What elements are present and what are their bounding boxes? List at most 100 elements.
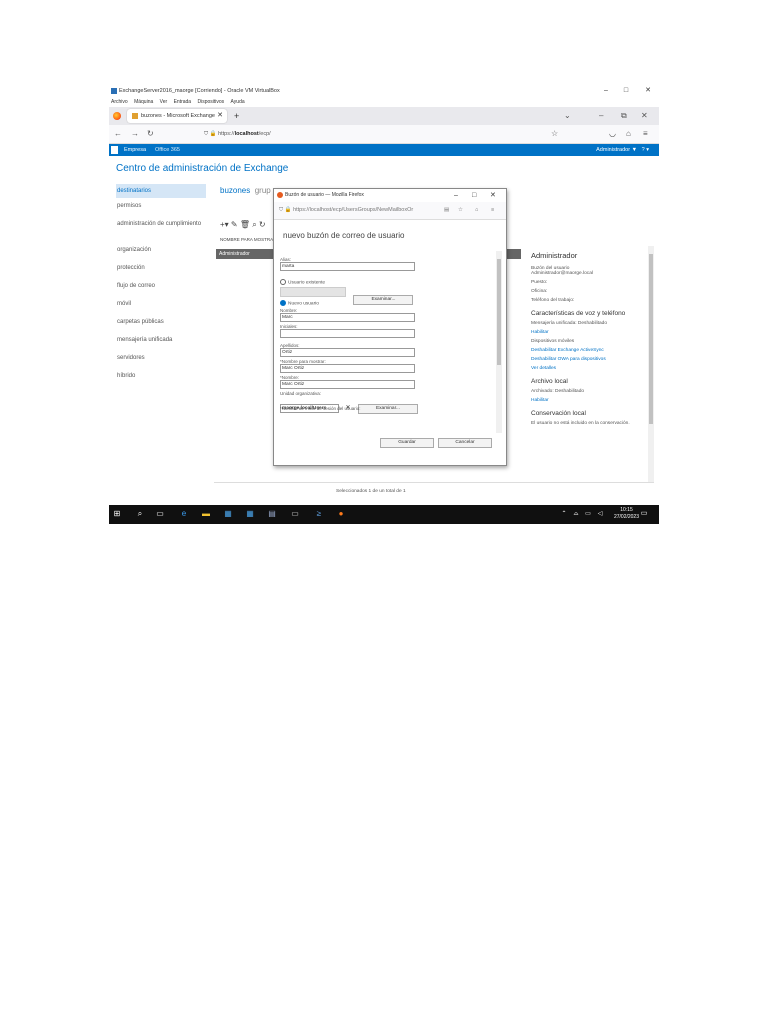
menu-entrada[interactable]: Entrada (174, 99, 192, 105)
url-host: localhost (234, 131, 259, 137)
browse-ou-button[interactable]: Examinar... (357, 404, 418, 414)
edge-icon[interactable]: e (179, 509, 189, 519)
nav-organizacion[interactable]: organización (116, 246, 206, 264)
search-icon[interactable]: ⌕ (135, 509, 145, 519)
dialog-heading: nuevo buzón de correo de usuario (283, 231, 405, 240)
office-logo-icon (111, 146, 118, 154)
nav-movil[interactable]: móvil (116, 300, 206, 318)
scrollbar-thumb[interactable] (649, 254, 653, 424)
column-header-display-name[interactable]: NOMBRE PARA MOSTRAR (220, 237, 276, 242)
scrollbar-thumb[interactable] (497, 259, 501, 365)
nav-destinatarios[interactable]: destinatarios (116, 184, 206, 198)
cmd-icon[interactable]: ▭ (290, 509, 300, 519)
subtab-buzones[interactable]: buzones (220, 186, 250, 195)
exchange-management-icon[interactable]: ▦ (245, 509, 255, 519)
extensions-icon[interactable]: ⌂ (626, 127, 631, 141)
windows-start-icon[interactable]: ⊞ (112, 509, 122, 519)
list-toolbar[interactable]: +▾ ✎ 🗑 ⌕ ↻ (220, 220, 266, 230)
archive-enable-link[interactable]: Habilitar (531, 398, 649, 403)
close-icon[interactable]: ✕ (490, 189, 496, 202)
clock[interactable]: 10:15 27/02/2023 (614, 507, 639, 521)
details-scrollbar[interactable] (648, 246, 654, 482)
pocket-icon[interactable]: ◡ (609, 127, 616, 141)
nav-mensajeria-unificada[interactable]: mensajería unificada (116, 336, 206, 354)
disable-activesync-link[interactable]: Deshabilitar Exchange ActiveSync (531, 348, 649, 353)
nav-servidores[interactable]: servidores (116, 354, 206, 372)
firefox-icon[interactable]: ● (336, 509, 346, 519)
task-view-icon[interactable]: ▭ (155, 509, 165, 519)
nav-proteccion[interactable]: protección (116, 264, 206, 282)
tab-empresa[interactable]: Empresa (124, 144, 146, 156)
notifications-icon[interactable]: ▭ (639, 509, 649, 519)
close-icon[interactable]: ✕ (641, 109, 648, 123)
menu-archivo[interactable]: Archivo (111, 99, 128, 105)
file-explorer-icon[interactable]: ▬ (201, 509, 211, 519)
restore-icon[interactable]: ⧉ (621, 109, 627, 123)
back-icon[interactable]: ← (114, 127, 122, 141)
tab-close-icon[interactable]: ✕ (217, 109, 223, 123)
alias-input[interactable]: marta (280, 262, 415, 271)
um-enable-link[interactable]: Habilitar (531, 330, 649, 335)
minimize-icon[interactable]: – (599, 109, 603, 123)
new-tab-icon[interactable]: + (234, 109, 239, 123)
dialog-scrollbar[interactable] (496, 251, 502, 433)
server-manager-icon[interactable]: ▦ (223, 509, 233, 519)
menu-dispositivos[interactable]: Dispositivos (197, 99, 224, 105)
user-menu[interactable]: Administrador ▼ ? ▾ (596, 144, 649, 156)
first-name-input[interactable]: Marc (280, 313, 415, 322)
nav-hibrido[interactable]: híbrido (116, 372, 206, 390)
powershell-icon[interactable]: ≥ (314, 509, 324, 519)
minimize-icon[interactable]: – (599, 84, 613, 98)
app-icon[interactable]: ▤ (267, 509, 277, 519)
subtab-grupos[interactable]: grup (255, 186, 271, 195)
reader-icon[interactable]: ▤ (444, 202, 449, 219)
menu-maquina[interactable]: Máquina (134, 99, 153, 105)
tray-chevron-icon[interactable]: ⌃ (559, 509, 569, 519)
menu-ver[interactable]: Ver (160, 99, 168, 105)
existing-user-radio[interactable]: Usuario existente (280, 279, 498, 287)
existing-user-field (280, 287, 346, 297)
nav-carpetas-publicas[interactable]: carpetas públicas (116, 318, 206, 336)
tab-list-chevron-icon[interactable]: ⌄ (564, 109, 571, 123)
url-prefix: https:// (218, 131, 235, 137)
exchange-topbar: Empresa Office 365 Administrador ▼ ? ▾ (109, 144, 659, 156)
reload-icon[interactable]: ↻ (147, 127, 154, 141)
dialog-url-bar[interactable]: ⛉ 🔒 https://localhost/ecp/UsersGroups/Ne… (274, 202, 506, 220)
tab-title: buzones - Microsoft Exchange (141, 113, 215, 119)
cancel-button[interactable]: Cancelar (438, 438, 492, 448)
menu-icon[interactable]: ≡ (491, 202, 494, 219)
tab-buzones[interactable]: buzones - Microsoft Exchange ✕ (127, 109, 227, 123)
minimize-icon[interactable]: – (454, 189, 458, 202)
nav-cumplimiento[interactable]: administración de cumplimiento (116, 220, 206, 246)
forward-icon[interactable]: → (131, 127, 139, 141)
close-icon[interactable]: ✕ (641, 84, 655, 98)
menu-ayuda[interactable]: Ayuda (231, 99, 245, 105)
volume-icon[interactable]: ◁ (595, 509, 605, 519)
name-input[interactable]: Marc Ortiz (280, 380, 415, 389)
display-name-input[interactable]: Marc Ortiz (280, 364, 415, 373)
network-icon[interactable]: ⌓ (571, 509, 581, 519)
firefox-icon (277, 191, 283, 198)
bookmark-star-icon[interactable]: ☆ (458, 202, 463, 219)
nav-permisos[interactable]: permisos (116, 202, 206, 220)
disable-owa-link[interactable]: Deshabilitar OWA para dispositivos (531, 357, 649, 362)
last-name-input[interactable]: Ortiz (280, 348, 415, 357)
nav-flujo-correo[interactable]: flujo de correo (116, 282, 206, 300)
view-details-link[interactable]: Ver detalles (531, 366, 649, 371)
mobile-label: Dispositivos móviles (531, 339, 575, 344)
tab-office365[interactable]: Office 365 (155, 144, 180, 156)
radio-selected-icon (280, 300, 286, 306)
browse-button[interactable]: Examinar... (353, 295, 414, 305)
url-bar[interactable]: ⛉ 🔒 https://localhost/ecp/ (204, 128, 564, 140)
menu-icon[interactable]: ≡ (643, 127, 648, 141)
maximize-icon[interactable]: □ (619, 84, 633, 98)
virtualbox-icon (111, 87, 117, 94)
extensions-icon[interactable]: ⌂ (475, 202, 478, 219)
initials-input[interactable] (280, 329, 415, 338)
bookmark-star-icon[interactable]: ☆ (551, 127, 558, 141)
save-button[interactable]: Guardar (380, 438, 434, 448)
monitor-icon[interactable]: ▭ (583, 509, 593, 519)
help-icon: ? ▾ (641, 147, 649, 153)
windows-taskbar: ⊞ ⌕ ▭ e ▬ ▦ ▦ ▤ ▭ ≥ ● ⌃ ⌓ ▭ ◁ 10:15 27/0… (109, 505, 659, 524)
maximize-icon[interactable]: □ (472, 189, 476, 202)
